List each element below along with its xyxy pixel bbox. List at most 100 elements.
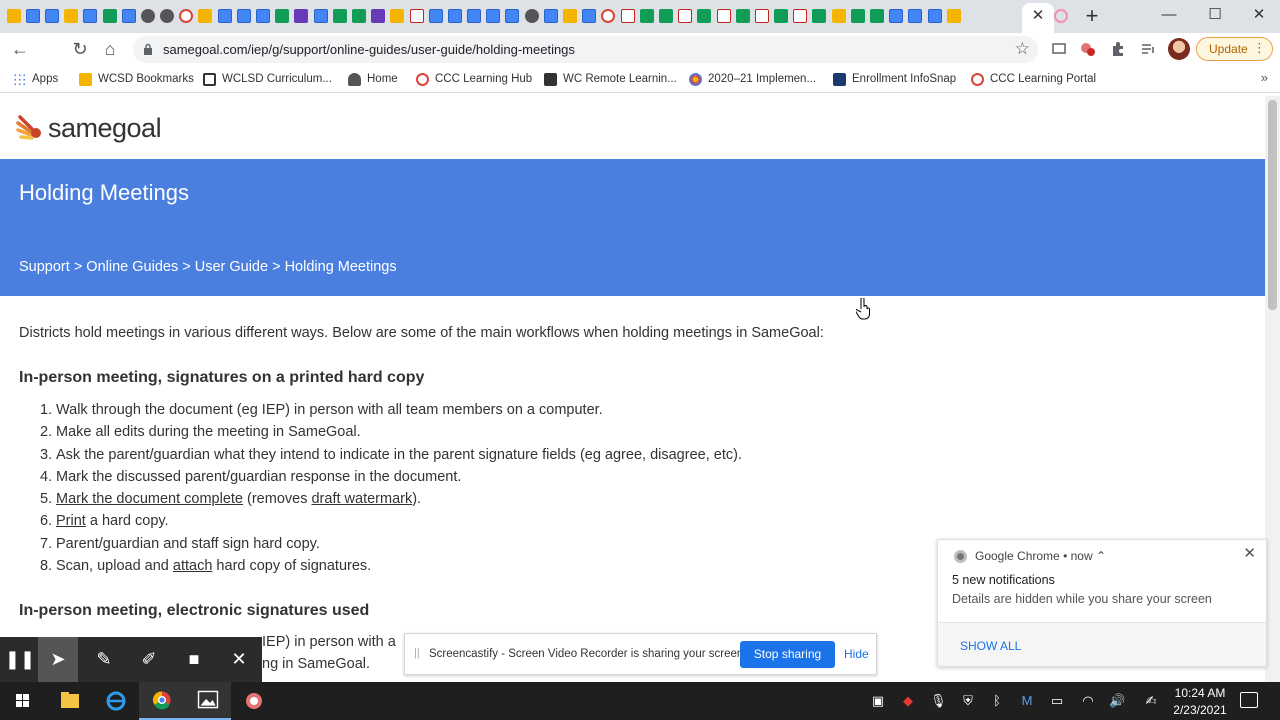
tab-docs-icon[interactable] [25,9,40,23]
hide-button[interactable]: Hide [844,647,869,661]
chrome-notification[interactable]: Google Chrome • now ⌃ ✕ 5 new notificati… [937,539,1267,667]
microphone-icon[interactable]: 🎙 [930,693,947,709]
photos-icon[interactable] [185,682,231,720]
scrollbar-thumb[interactable] [1268,100,1277,310]
tab-docs-icon[interactable] [44,9,59,23]
extensions-puzzle-icon[interactable] [1110,41,1126,57]
url-text[interactable]: samegoal.com/iep/g/support/online-guides… [163,41,575,58]
bookmark-wcsd[interactable]: WCSD Bookmarks [79,71,194,87]
tab-classroom-icon[interactable] [639,9,654,23]
update-button[interactable]: Update ⋮ [1196,37,1273,61]
volume-icon[interactable]: 🔊 [1109,693,1125,709]
close-icon[interactable]: ✕ [1243,544,1256,562]
close-window-button[interactable]: ✕ [1244,4,1274,26]
tab-gmail-icon[interactable] [409,9,424,23]
tab-circle-icon[interactable] [294,9,309,23]
tab-forms-icon[interactable] [371,9,386,23]
tab-samegoal-icon[interactable] [946,9,961,23]
tray-m-icon[interactable]: M [1019,693,1035,709]
screencastify-extension-icon[interactable] [1080,41,1096,57]
tab-site-icon[interactable] [140,9,155,23]
samegoal-logo[interactable]: samegoal [16,110,162,146]
bookmark-implementation[interactable]: 2020–21 Implemen... [689,71,816,87]
security-shield-icon[interactable]: ⛨ [960,693,976,709]
pen-icon[interactable]: ✎ [84,637,124,682]
tab-docs-icon[interactable] [889,9,904,23]
bookmark-ccc-learning-hub[interactable]: CCC Learning Hub [416,71,532,87]
tab-docs-icon[interactable] [543,9,558,23]
tab-gmail-icon[interactable] [793,9,808,23]
tab-classroom-icon[interactable] [332,9,347,23]
network-icon[interactable]: ▭ [1049,693,1065,709]
tab-docs-icon[interactable] [908,9,923,23]
action-center-icon[interactable] [1240,692,1258,708]
tab-circle-icon[interactable] [179,9,194,23]
profile-avatar[interactable] [1168,38,1190,60]
windows-start-icon[interactable] [0,682,46,720]
tab-gmail-icon[interactable] [754,9,769,23]
wifi-icon[interactable]: ◠ [1080,693,1096,709]
tab-sunburst-icon[interactable] [198,9,213,23]
maximize-button[interactable]: ☐ [1200,4,1230,26]
tab-classroom-icon[interactable] [870,9,885,23]
tray-screencastify-icon[interactable]: ◆ [900,693,916,709]
cast-icon[interactable] [1051,41,1067,57]
minimize-button[interactable]: — [1154,4,1184,26]
tab-docs-icon[interactable] [467,9,482,23]
notification-time[interactable]: • now ⌃ [1063,549,1106,563]
attach-link[interactable]: attach [173,558,213,574]
snipping-tool-icon[interactable] [231,682,277,720]
webcam-icon[interactable]: ■ [174,637,214,682]
internet-explorer-icon[interactable] [93,682,139,720]
tab-zoom-icon[interactable] [927,9,942,23]
taskbar-clock-time[interactable]: 10:24 AM [1172,686,1228,700]
tab-classroom-icon[interactable] [658,9,673,23]
reload-icon[interactable]: ↻ [69,38,91,60]
bookmark-apps[interactable]: Apps [13,71,58,87]
tab-docs-icon[interactable] [582,9,597,23]
tab-classroom-icon[interactable] [850,9,865,23]
page-scrollbar[interactable] [1265,96,1280,682]
tab-notes-icon[interactable] [390,9,405,23]
show-all-button[interactable]: SHOW ALL [960,639,1021,653]
tab-calendar-icon[interactable] [735,9,750,23]
tab-classroom-icon[interactable] [351,9,366,23]
print-link[interactable]: Print [56,513,86,529]
tab-docs-icon[interactable] [217,9,232,23]
tray-app-icon[interactable]: ▣ [870,693,886,709]
tab-docs-icon[interactable] [505,9,520,23]
pointer-icon[interactable]: ➤ [38,637,78,682]
tab-docs-icon[interactable] [256,9,271,23]
tab-classroom-icon[interactable] [774,9,789,23]
pause-icon[interactable]: ❚❚ [0,637,40,682]
tab-gmail-icon[interactable] [620,9,635,23]
address-bar[interactable]: samegoal.com/iep/g/support/online-guides… [133,36,1038,63]
tab-docs-icon[interactable] [447,9,462,23]
tab-gmail-icon[interactable] [716,9,731,23]
tab-cr-icon[interactable] [428,9,443,23]
tab-classroom-icon[interactable] [275,9,290,23]
file-explorer-icon[interactable] [47,682,93,720]
taskbar-clock-date[interactable]: 2/23/2021 [1172,703,1228,717]
home-icon[interactable]: ⌂ [99,38,121,60]
bookmark-star-icon[interactable]: ☆ [1015,39,1030,59]
tab-screencastify-icon[interactable] [1054,9,1068,23]
bluetooth-icon[interactable]: ᛒ [989,693,1005,709]
mark-complete-link[interactable]: Mark the document complete [56,491,243,507]
tab-classroom-icon[interactable] [697,9,712,23]
close-icon[interactable]: ✕ [219,637,259,682]
tab-drive-icon[interactable] [563,9,578,23]
bookmarks-overflow-icon[interactable]: » [1261,70,1268,85]
menu-dots-icon[interactable]: ⋮ [1253,40,1266,56]
chrome-taskbar-icon[interactable] [139,682,185,720]
back-arrow-icon[interactable]: ← [9,38,31,60]
tab-site-icon[interactable] [160,9,175,23]
tab-docs-icon[interactable] [121,9,136,23]
tab-docs-icon[interactable] [313,9,328,23]
reading-list-icon[interactable] [1140,41,1156,57]
bookmark-wc-remote-learning[interactable]: WC Remote Learnin... [544,71,677,87]
bookmark-ccc-learning-portal[interactable]: CCC Learning Portal [971,71,1096,87]
highlighter-icon[interactable]: ✐ [129,637,169,682]
breadcrumb[interactable]: Support > Online Guides > User Guide > H… [19,259,397,275]
tab-docs-icon[interactable] [486,9,501,23]
